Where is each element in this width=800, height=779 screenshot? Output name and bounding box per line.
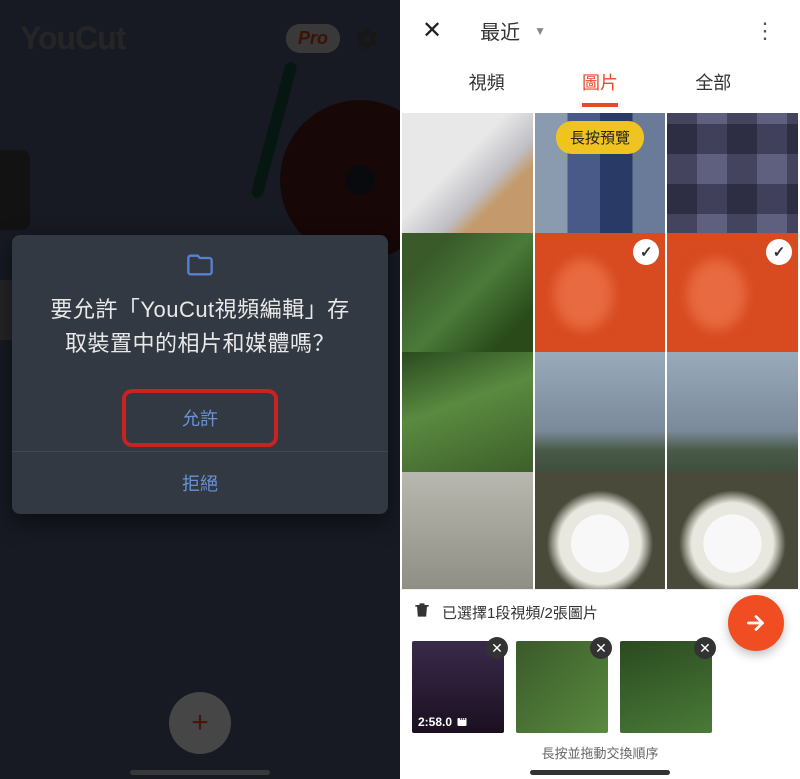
nav-bar: [530, 770, 670, 775]
thumb-orange-b[interactable]: ✓: [667, 233, 798, 364]
thumb-pixel-b[interactable]: [667, 113, 798, 244]
drag-hint: 長按並拖動交換順序: [400, 739, 800, 768]
thumb-flower-a[interactable]: [535, 472, 666, 590]
tab-all[interactable]: 全部: [695, 69, 731, 107]
tab-image[interactable]: 圖片: [582, 69, 618, 107]
selected-item-1[interactable]: ✕: [516, 641, 608, 733]
thumb-sky-b[interactable]: [667, 352, 798, 483]
tab-video[interactable]: 視頻: [469, 69, 505, 107]
check-icon: ✓: [766, 239, 792, 265]
album-title: 最近: [480, 16, 520, 45]
thumb-gundam[interactable]: [402, 113, 533, 244]
remove-icon[interactable]: ✕: [486, 637, 508, 659]
media-picker-screen: ✕ 最近 ▼ ⋮ 視頻 圖片 全部 長按預覽 ✓ ✓ 已選擇1段視頻/2張圖片: [400, 0, 800, 779]
close-icon[interactable]: ✕: [412, 10, 452, 51]
chevron-down-icon: ▼: [534, 24, 546, 38]
proceed-button[interactable]: [728, 595, 784, 651]
selection-text: 已選擇1段視頻/2張圖片: [442, 602, 598, 623]
thumb-plant-a[interactable]: [402, 233, 533, 364]
check-icon: ✓: [633, 239, 659, 265]
thumb-sky-a[interactable]: [535, 352, 666, 483]
media-tabs: 視頻 圖片 全部: [400, 57, 800, 107]
allow-button[interactable]: 允許: [122, 389, 278, 447]
selected-item-2[interactable]: ✕: [620, 641, 712, 733]
thumb-pixel-a[interactable]: 長按預覽: [535, 113, 666, 244]
thumbnail-grid: 長按預覽 ✓ ✓: [400, 107, 800, 589]
thumb-plant-b[interactable]: [402, 352, 533, 483]
long-press-hint: 長按預覽: [556, 121, 644, 154]
album-dropdown[interactable]: 最近 ▼: [480, 16, 546, 45]
selected-item-video[interactable]: ✕ 2:58.0: [412, 641, 504, 733]
remove-icon[interactable]: ✕: [694, 637, 716, 659]
more-icon[interactable]: ⋮: [742, 12, 788, 50]
duration-badge: 2:58.0: [418, 715, 468, 729]
thumb-orange-a[interactable]: ✓: [535, 233, 666, 364]
selection-strip: ✕ 2:58.0 ✕ ✕: [400, 635, 800, 739]
folder-icon: [12, 235, 388, 279]
deny-button[interactable]: 拒絕: [12, 451, 388, 514]
permission-dialog: 要允許「YouCut視頻編輯」存取裝置中的相片和媒體嗎？ 允許 拒絕: [12, 235, 388, 514]
permission-message: 要允許「YouCut視頻編輯」存取裝置中的相片和媒體嗎？: [12, 279, 388, 385]
youcut-app-screen: YouCut Pro + 要允許「YouCut視頻編輯」存取裝置中的相片和媒體嗎…: [0, 0, 400, 779]
thumb-cloud[interactable]: [402, 472, 533, 590]
picker-topbar: ✕ 最近 ▼ ⋮: [400, 0, 800, 57]
thumb-flower-b[interactable]: [667, 472, 798, 590]
remove-icon[interactable]: ✕: [590, 637, 612, 659]
trash-icon[interactable]: [412, 600, 432, 625]
